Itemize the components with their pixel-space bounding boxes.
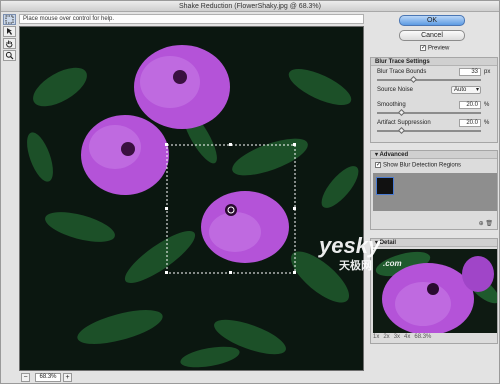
show-regions-checkbox[interactable]: ✓: [375, 162, 381, 168]
watermark-tianji: 天极网: [339, 260, 372, 272]
bounds-slider-knob[interactable]: [409, 75, 418, 84]
blur-regions-list[interactable]: [373, 173, 497, 211]
show-regions-label: Show Blur Detection Regions: [383, 162, 462, 169]
bounds-input[interactable]: 33: [459, 68, 481, 76]
zoom-tool-icon[interactable]: [3, 50, 16, 61]
watermark-yesky: yesky: [319, 233, 381, 258]
zoom-out-button[interactable]: −: [21, 373, 30, 382]
flower-top: [134, 45, 230, 129]
smoothing-slider-track[interactable]: [377, 112, 481, 114]
bounds-unit: px: [484, 69, 491, 75]
detail-zoom-levels: 1x 2x 3x 4x 68.3%: [373, 333, 497, 341]
zoom-4x[interactable]: 4x: [404, 334, 410, 340]
detail-panel: ▾ Detail 1x 2x 3x 4x 68.3%: [370, 238, 498, 344]
bounds-slider-track[interactable]: [377, 79, 481, 81]
advanced-title-label: Advanced: [379, 152, 409, 158]
artifact-unit: %: [484, 120, 490, 126]
zoom-1x[interactable]: 1x: [373, 334, 379, 340]
chevron-down-icon: ▾: [475, 87, 479, 93]
flower-left: [81, 115, 169, 195]
noise-select[interactable]: Auto ▾: [451, 86, 481, 94]
blur-trace-title: Blur Trace Settings: [371, 58, 497, 66]
zoom-3x[interactable]: 3x: [394, 334, 400, 340]
move-tool-icon[interactable]: [3, 14, 16, 25]
smoothing-input[interactable]: 20.0: [459, 101, 481, 109]
region-actions: ⊕ 🗑: [479, 220, 493, 227]
help-hint-bar: Place mouse over control for help.: [19, 14, 364, 24]
artifact-slider-knob[interactable]: [397, 126, 406, 135]
preview-toggle[interactable]: ✓ Preview: [420, 45, 449, 52]
preview-checkbox[interactable]: ✓: [420, 45, 426, 51]
flower-photo: [20, 27, 363, 370]
noise-label: Source Noise: [377, 87, 414, 93]
preview-label: Preview: [428, 45, 450, 52]
watermark-com: .com: [383, 259, 402, 268]
add-region-icon[interactable]: ⊕: [479, 221, 484, 227]
zoom-level[interactable]: 68.3%: [35, 373, 61, 382]
image-preview-canvas[interactable]: [19, 26, 364, 371]
hand-tool-icon[interactable]: [3, 38, 16, 49]
cancel-button[interactable]: Cancel: [399, 30, 465, 41]
noise-value: Auto: [454, 87, 467, 93]
advanced-panel: ▾ Advanced ✓ Show Blur Detection Regions …: [370, 150, 498, 230]
window-title: Shake Reduction (FlowerShaky.jpg @ 68.3%…: [1, 1, 499, 12]
region-thumbnail[interactable]: [376, 177, 394, 195]
artifact-input[interactable]: 20.0: [459, 119, 481, 127]
delete-region-icon[interactable]: 🗑: [485, 221, 493, 227]
detail-zoom-value: 68.3%: [414, 334, 432, 340]
flower-center: [201, 191, 289, 263]
ok-button[interactable]: OK: [399, 15, 465, 26]
bounds-label: Blur Trace Bounds: [377, 69, 427, 75]
detail-title[interactable]: ▾ Detail: [371, 239, 497, 247]
show-regions-toggle[interactable]: ✓ Show Blur Detection Regions: [375, 162, 461, 169]
zoom-2x[interactable]: 2x: [383, 334, 389, 340]
artifact-label: Artifact Suppression: [377, 120, 431, 126]
tool-column: [3, 14, 17, 62]
smoothing-label: Smoothing: [377, 102, 406, 108]
detail-title-label: Detail: [379, 240, 397, 246]
blur-estimation-tool-icon[interactable]: [3, 26, 16, 37]
blur-trace-settings-panel: Blur Trace Settings Blur Trace Bounds 33…: [370, 57, 498, 143]
artifact-slider-track[interactable]: [377, 130, 481, 132]
zoom-in-button[interactable]: +: [63, 373, 72, 382]
advanced-title[interactable]: ▾ Advanced: [371, 151, 497, 159]
shake-reduction-dialog: Shake Reduction (FlowerShaky.jpg @ 68.3%…: [0, 0, 500, 384]
smoothing-slider-knob[interactable]: [397, 108, 406, 117]
settings-panel: OK Cancel ✓ Preview Blur Trace Settings B…: [370, 12, 499, 383]
smoothing-unit: %: [484, 102, 490, 108]
